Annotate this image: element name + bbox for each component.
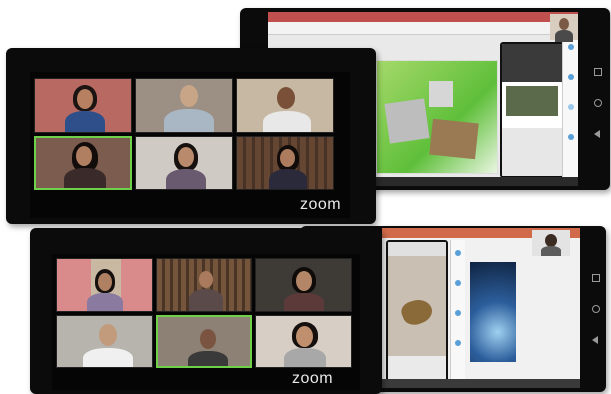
participant-tile [236, 135, 334, 190]
ocean-image [470, 262, 516, 362]
participant-tile [56, 314, 153, 368]
participant-tile [255, 314, 352, 368]
phone-mirror [386, 240, 448, 384]
app-ribbon [268, 12, 578, 22]
nav-square-icon[interactable] [592, 274, 600, 282]
slide-photo-box [429, 118, 479, 160]
slide-photo-gray [384, 98, 430, 144]
participant-tile [255, 258, 352, 312]
nav-buttons-top-right [594, 68, 602, 138]
app-toolbar [268, 22, 578, 35]
slide-photo-frog [429, 81, 453, 107]
participant-tile [155, 258, 253, 312]
phone-mirror [500, 42, 564, 178]
zoom-screen-top: zoom [30, 72, 350, 218]
nav-home-icon[interactable] [594, 99, 602, 107]
zoom-logo: zoom [292, 370, 334, 387]
participant-tile-active [155, 314, 253, 368]
participant-tile [135, 78, 233, 133]
presenter-video-top [550, 14, 578, 42]
zoom-tablet-top: zoom [6, 48, 376, 224]
nav-home-icon[interactable] [592, 305, 600, 313]
participant-tile [34, 78, 132, 133]
side-tool-strip [562, 34, 578, 178]
taskbar-bottom [382, 379, 580, 388]
slide-canvas [376, 60, 498, 174]
participant-tile [56, 258, 153, 312]
participant-tile [135, 135, 233, 190]
screen-share-bottom [382, 228, 580, 388]
nav-back-icon[interactable] [594, 130, 600, 138]
zoom-logo: zoom [300, 196, 342, 213]
presenter-video-bottom [532, 230, 570, 256]
zoom-screen-bottom: zoom [52, 254, 360, 390]
nav-back-icon[interactable] [592, 336, 598, 344]
nav-square-icon[interactable] [594, 68, 602, 76]
participant-grid-bottom [56, 258, 352, 368]
zoom-tablet-bottom: zoom [30, 228, 382, 394]
nav-buttons-bottom-right [592, 274, 600, 344]
participant-grid-top [34, 78, 334, 190]
side-tool-strip [450, 240, 465, 380]
participant-tile [236, 78, 334, 133]
participant-tile-active [34, 135, 132, 190]
